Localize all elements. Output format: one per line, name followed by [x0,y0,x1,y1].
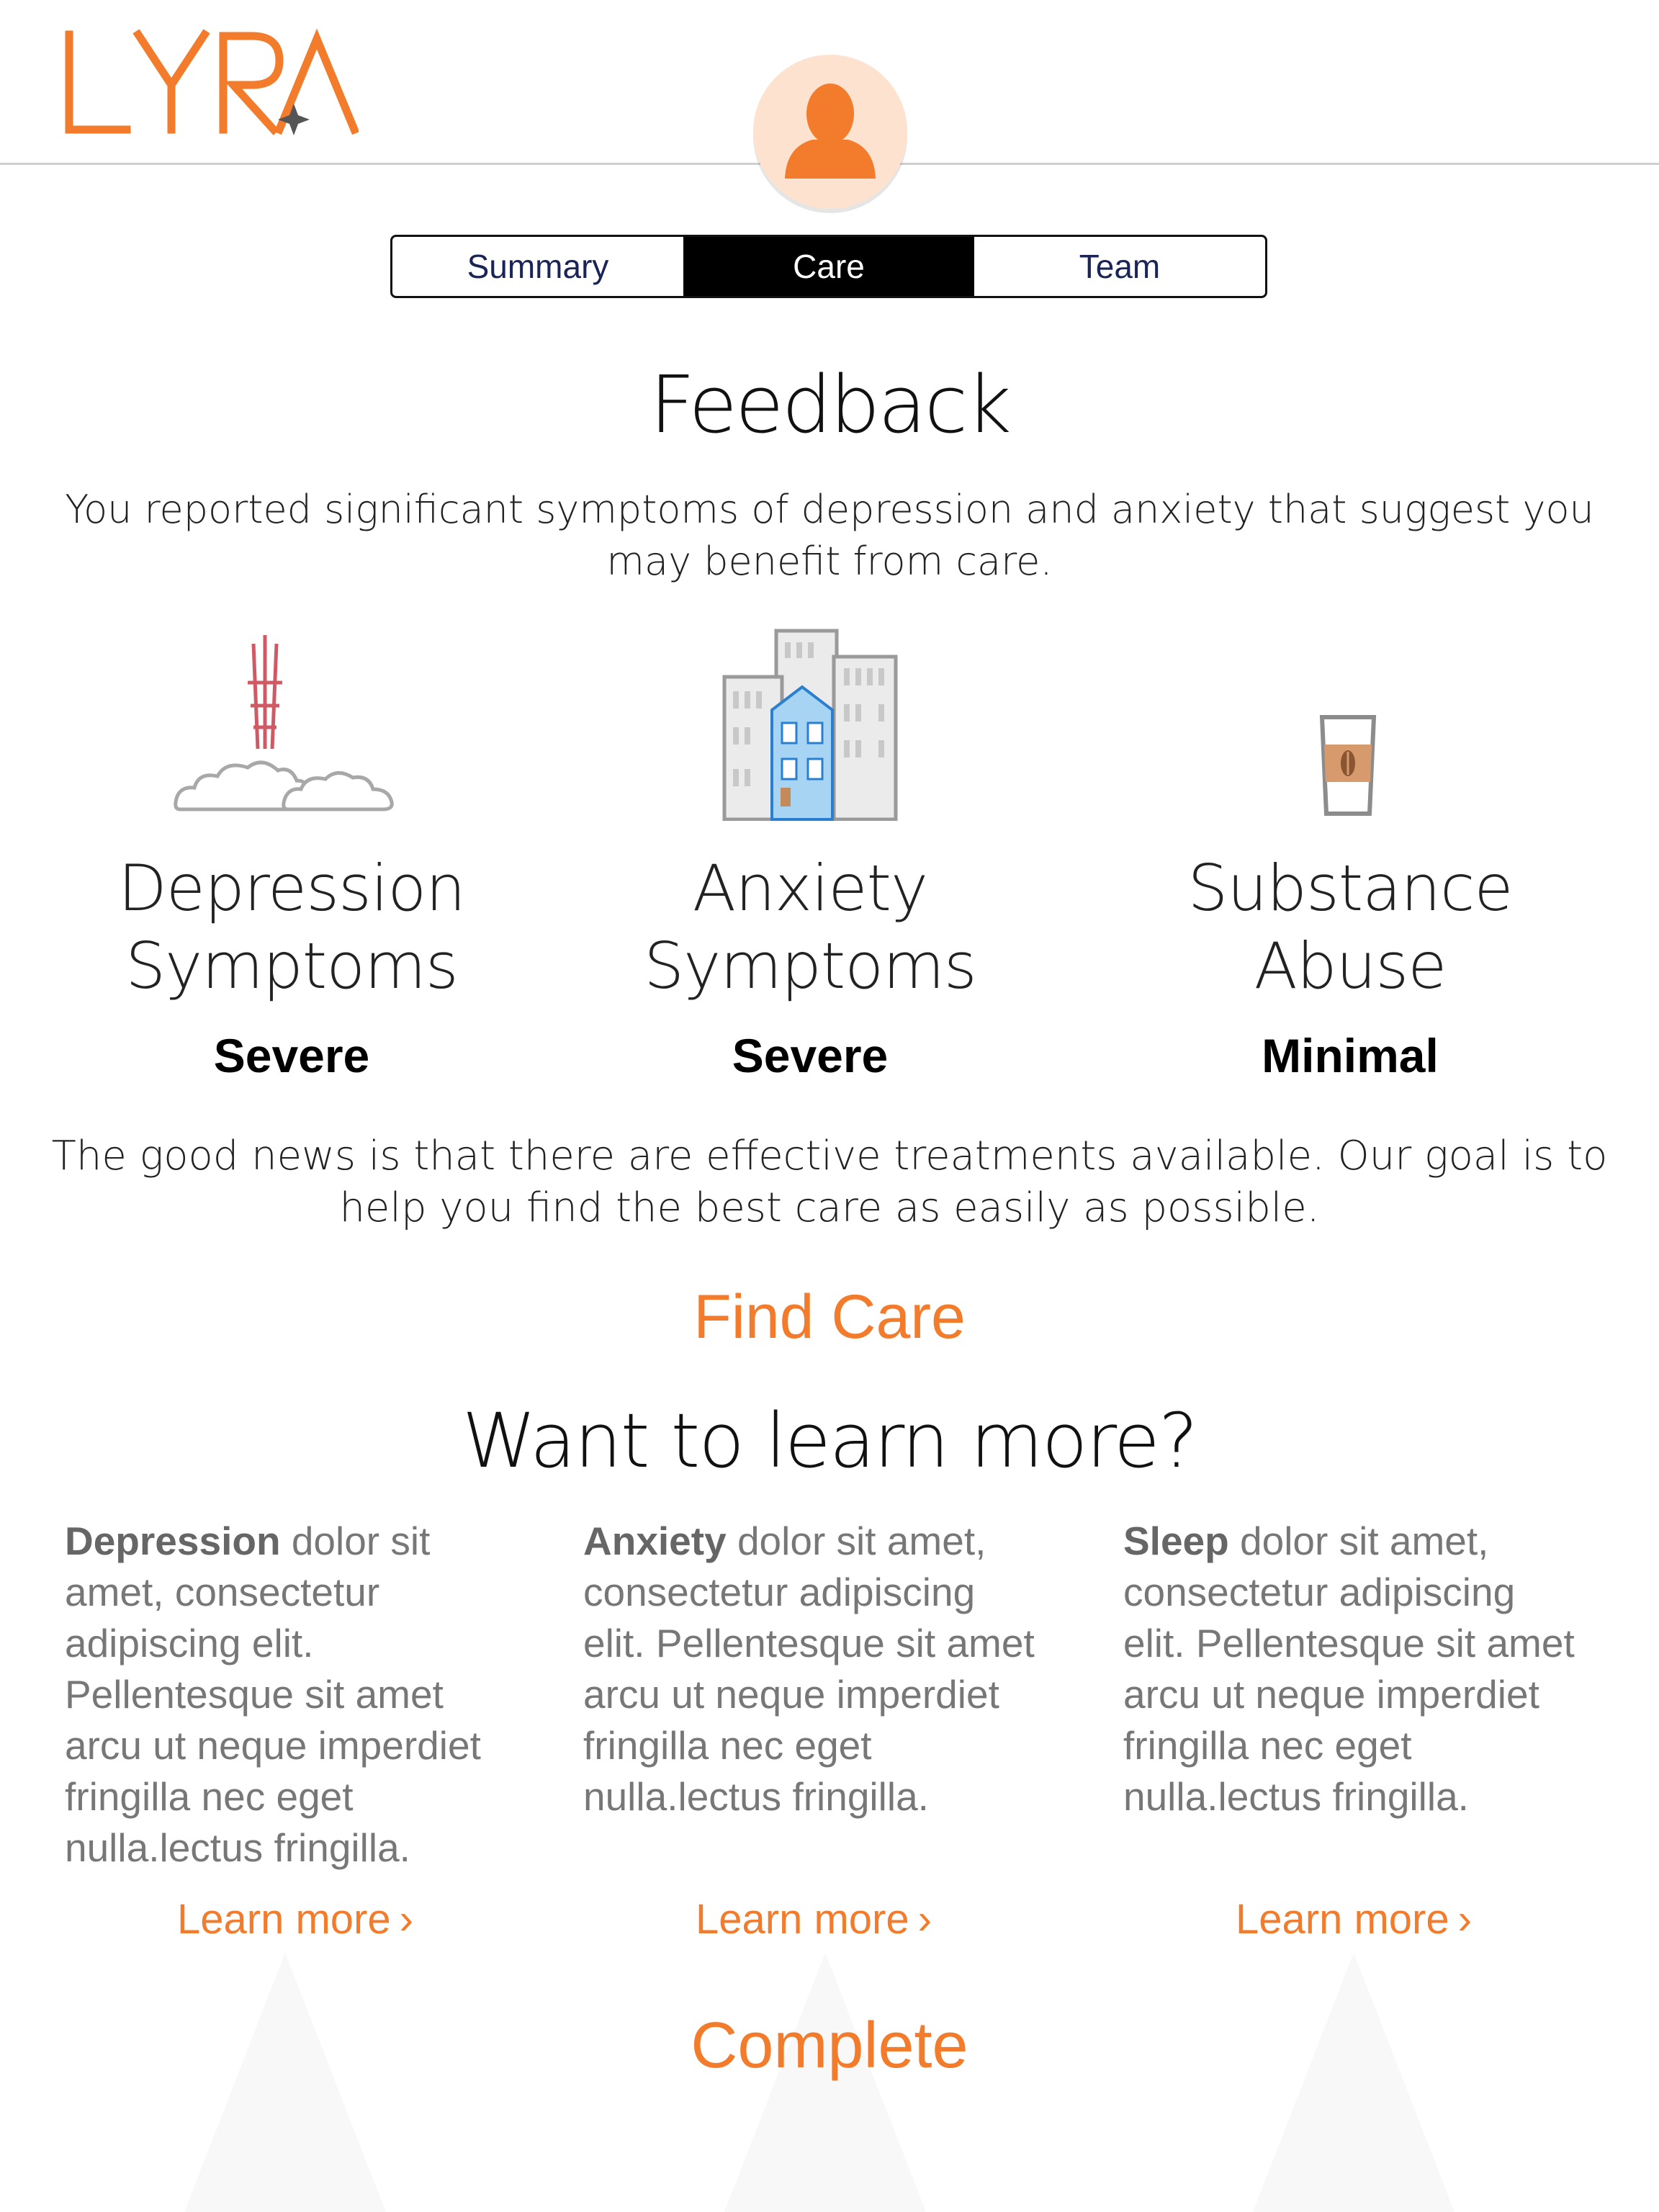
learn-more-heading: Depression [65,1519,281,1563]
learn-more-link-sleep[interactable]: Learn more › [1152,1895,1555,1943]
severity-level: Minimal [1262,1029,1439,1082]
chevron-right-icon: › [1457,1896,1472,1943]
chevron-right-icon: › [399,1896,413,1943]
learn-more-link-depression[interactable]: Learn more › [94,1895,497,1943]
category-name: Substance Abuse [1130,850,1570,1005]
learn-more-link-label: Learn more [696,1896,909,1943]
category-name-line: Symptoms [644,929,976,1003]
learn-more-body: dolor sit amet, consectetur adipiscing e… [65,1519,481,1870]
learn-more-description: Anxiety dolor sit amet, consectetur adip… [583,1516,1044,1822]
user-icon [785,84,876,179]
lyra-logo [63,28,360,144]
learn-more-body: dolor sit amet, consectetur adipiscing e… [1123,1519,1575,1819]
tower-clouds-icon [173,634,410,821]
category-name: Depression Symptoms [72,850,511,1005]
learn-more-description: Depression dolor sit amet, consectetur a… [65,1516,526,1874]
category-name-line: Anxiety [692,851,928,925]
tab-care[interactable]: Care [683,237,974,296]
find-care-button[interactable]: Find Care [0,1282,1659,1353]
learn-more-body: dolor sit amet, consectetur adipiscing e… [583,1519,1035,1819]
category-name-line: Abuse [1254,929,1447,1003]
learn-more-title: Want to learn more? [462,1397,1198,1485]
category-name-line: Depression [118,851,466,925]
learn-more-link-label: Learn more [177,1896,391,1943]
complete-button[interactable]: Complete [0,2009,1659,2083]
learn-more-link-label: Learn more [1236,1896,1449,1943]
coffee-cup-icon [1318,713,1378,818]
category-name-line: Symptoms [125,929,458,1003]
tab-summary[interactable]: Summary [392,237,683,296]
learn-more-description: Sleep dolor sit amet, consectetur adipis… [1123,1516,1584,1822]
learn-more-link-anxiety[interactable]: Learn more › [612,1895,1015,1943]
tab-bar: Summary Care Team [390,235,1267,298]
learn-more-heading: Sleep [1123,1519,1229,1563]
category-name-line: Substance [1187,851,1513,925]
learn-more-heading: Anxiety [583,1519,727,1563]
severity-level: Severe [213,1029,370,1082]
avatar[interactable] [753,55,907,209]
good-news-text: The good news is that there are effectiv… [51,1133,1608,1231]
category-name: Anxiety Symptoms [590,850,1030,1005]
feedback-title: Feedback [649,359,1012,451]
chevron-right-icon: › [917,1896,932,1943]
city-buildings-icon [720,625,900,822]
tab-team[interactable]: Team [974,237,1265,296]
feedback-description: You reported significant symptoms of dep… [65,487,1594,584]
severity-level: Severe [732,1029,889,1082]
